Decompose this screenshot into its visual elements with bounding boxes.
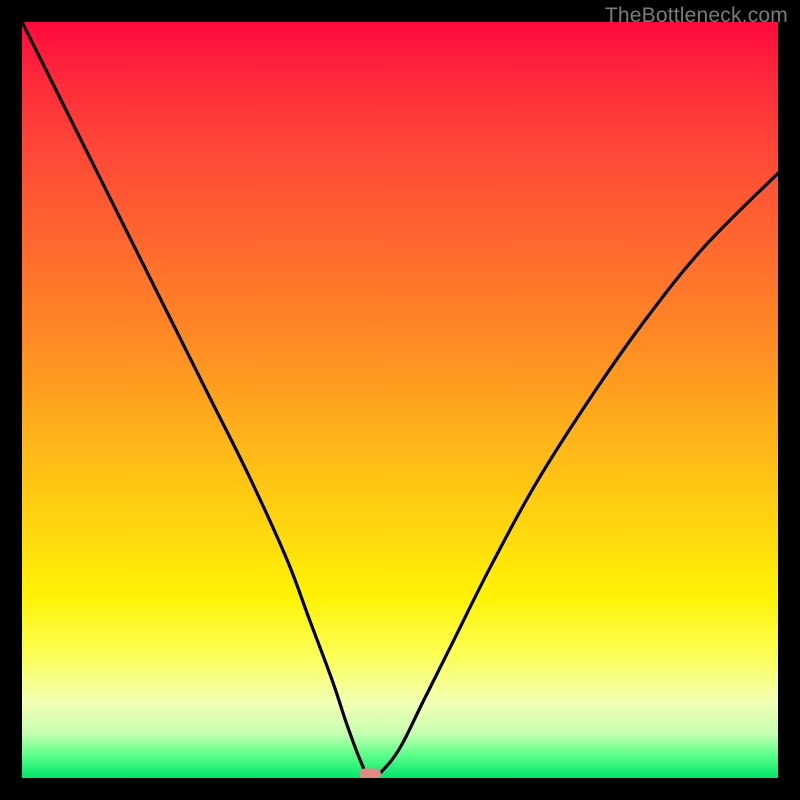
watermark-text: TheBottleneck.com: [605, 4, 788, 28]
bottleneck-curve-path: [22, 22, 778, 778]
plot-area: [22, 22, 778, 778]
minimum-marker: [359, 769, 381, 779]
bottleneck-curve: [22, 22, 778, 778]
chart-frame: TheBottleneck.com: [0, 0, 800, 800]
